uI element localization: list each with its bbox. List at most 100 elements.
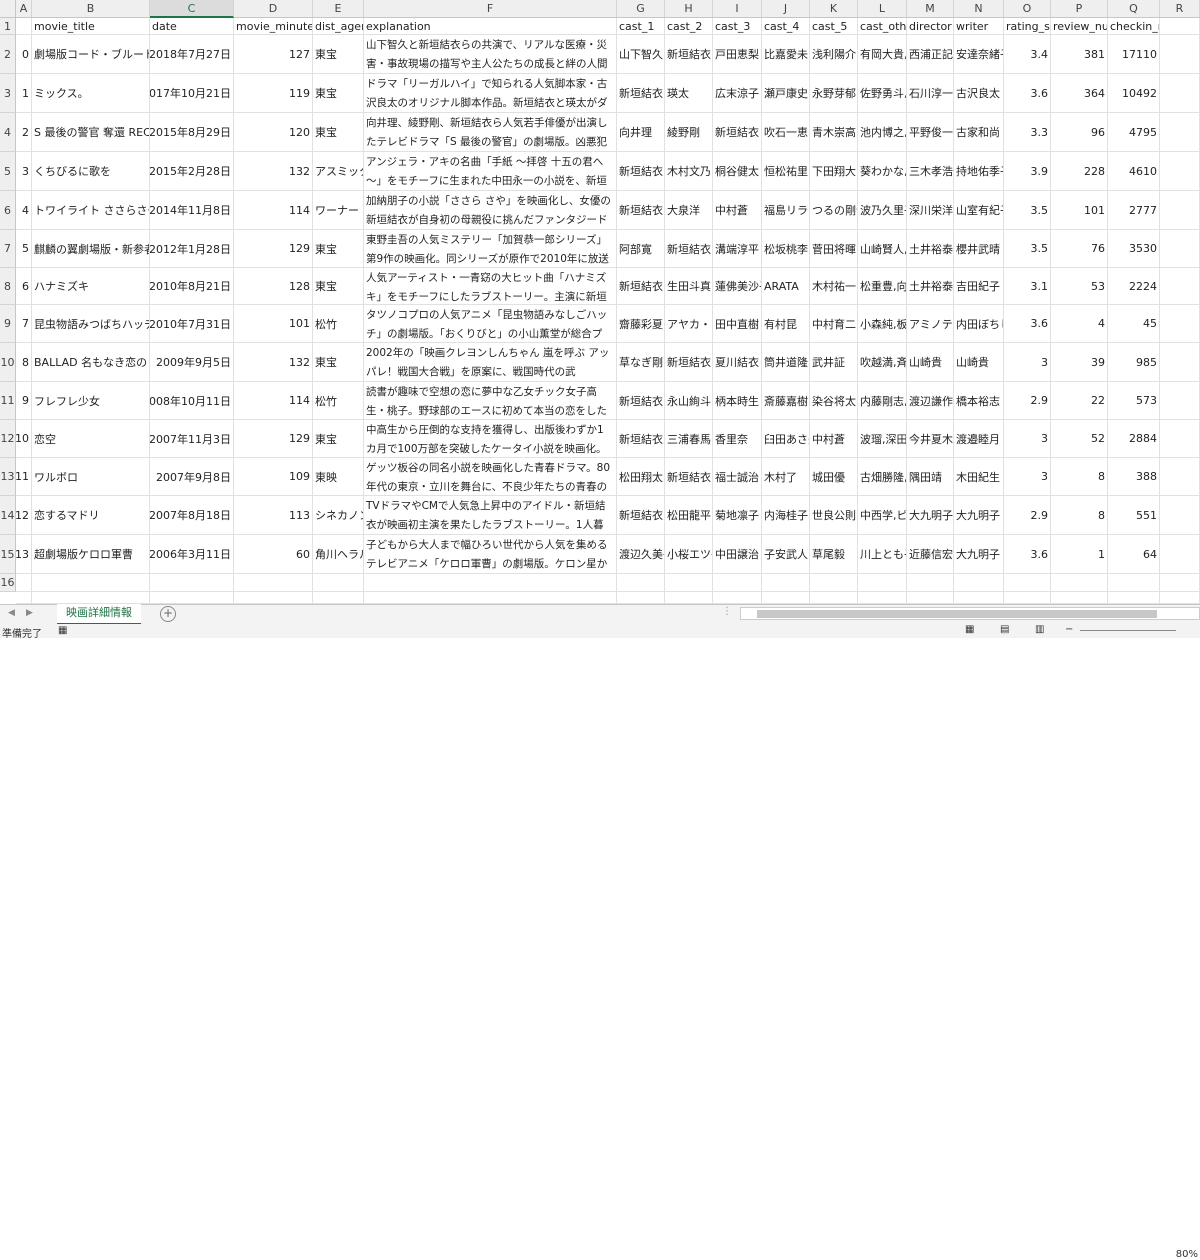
table-cell[interactable]: 深川栄洋 xyxy=(907,191,954,230)
empty-cell[interactable] xyxy=(150,574,234,592)
table-cell[interactable]: 8 xyxy=(16,343,32,382)
empty-cell[interactable] xyxy=(1160,35,1200,74)
table-cell[interactable]: 山崎貴 xyxy=(954,343,1004,382)
header-cell[interactable]: rating_star xyxy=(1004,18,1051,35)
table-cell[interactable]: 128 xyxy=(234,268,313,305)
table-cell[interactable]: 39 xyxy=(1051,343,1108,382)
table-cell[interactable]: 草なぎ剛 xyxy=(617,343,665,382)
header-cell[interactable] xyxy=(1160,18,1200,35)
table-cell[interactable]: アミノテツ xyxy=(907,305,954,343)
explanation-cell[interactable]: TVドラマやCMで人気急上昇中のアイドル・新垣結衣が映画初主演を果たしたラブスト… xyxy=(364,496,617,535)
table-cell[interactable]: 53 xyxy=(1051,268,1108,305)
table-cell[interactable]: 松田翔太 xyxy=(617,458,665,496)
empty-cell[interactable] xyxy=(1160,592,1200,604)
empty-cell[interactable] xyxy=(954,574,1004,592)
table-cell[interactable]: 波乃久里子 xyxy=(858,191,907,230)
empty-cell[interactable] xyxy=(16,592,32,604)
table-cell[interactable]: 武井証 xyxy=(810,343,858,382)
row-header-14[interactable]: 14 xyxy=(0,496,16,535)
column-header-r[interactable]: R xyxy=(1160,0,1200,18)
table-cell[interactable]: 恒松祐里 xyxy=(762,152,810,191)
column-header-m[interactable]: M xyxy=(907,0,954,18)
table-cell[interactable]: 2006年3月11日 xyxy=(150,535,234,574)
table-cell[interactable]: 綾野剛 xyxy=(665,113,713,152)
table-cell[interactable]: 3 xyxy=(1004,458,1051,496)
column-header-d[interactable]: D xyxy=(234,0,313,18)
table-cell[interactable]: ARATA xyxy=(762,268,810,305)
explanation-cell[interactable]: タツノコプロの人気アニメ「昆虫物語みなしごハッチ」の劇場版。「おくりびと」の小山… xyxy=(364,305,617,343)
row-header-7[interactable]: 7 xyxy=(0,230,16,268)
table-cell[interactable]: 渡辺久美子 xyxy=(617,535,665,574)
table-cell[interactable]: 三木孝浩 xyxy=(907,152,954,191)
explanation-cell[interactable]: 加納朋子の小説「ささら さや」を映画化し、女優の新垣結衣が自身初の母親役に挑んだ… xyxy=(364,191,617,230)
table-cell[interactable]: 西浦正記 xyxy=(907,35,954,74)
table-cell[interactable]: 8 xyxy=(1051,496,1108,535)
table-cell[interactable]: 東宝 xyxy=(313,343,364,382)
empty-cell[interactable] xyxy=(1051,574,1108,592)
table-cell[interactable]: 世良公則 xyxy=(810,496,858,535)
column-header-e[interactable]: E xyxy=(313,0,364,18)
table-cell[interactable]: 2018年7月27日 xyxy=(150,35,234,74)
explanation-cell[interactable]: 向井理、綾野剛、新垣結衣ら人気若手俳優が出演したテレビドラマ「S 最後の警官」の… xyxy=(364,113,617,152)
table-cell[interactable]: 114 xyxy=(234,191,313,230)
table-cell[interactable]: 573 xyxy=(1108,382,1160,420)
table-cell[interactable]: 2884 xyxy=(1108,420,1160,458)
table-cell[interactable]: 985 xyxy=(1108,343,1160,382)
empty-cell[interactable] xyxy=(16,574,32,592)
header-cell[interactable]: explanation xyxy=(364,18,617,35)
table-cell[interactable]: 田中直樹 xyxy=(713,305,762,343)
table-cell[interactable]: 114 xyxy=(234,382,313,420)
table-cell[interactable]: 10492 xyxy=(1108,74,1160,113)
table-cell[interactable]: 3.6 xyxy=(1004,305,1051,343)
table-cell[interactable]: 松竹 xyxy=(313,382,364,420)
row-header-2[interactable]: 2 xyxy=(0,35,16,74)
empty-cell[interactable] xyxy=(907,574,954,592)
table-cell[interactable]: 2017年10月21日 xyxy=(150,74,234,113)
header-cell[interactable]: date xyxy=(150,18,234,35)
tab-scroll-right-icon[interactable]: ▶ xyxy=(26,608,33,618)
table-cell[interactable]: 東映 xyxy=(313,458,364,496)
table-cell[interactable]: 3 xyxy=(16,152,32,191)
table-cell[interactable]: 松田龍平 xyxy=(665,496,713,535)
add-sheet-icon[interactable]: + xyxy=(160,606,176,622)
empty-cell[interactable] xyxy=(858,574,907,592)
table-cell[interactable]: 石川淳一 xyxy=(907,74,954,113)
table-cell[interactable]: 22 xyxy=(1051,382,1108,420)
empty-cell[interactable] xyxy=(32,574,150,592)
table-cell[interactable]: 持地佑季子 xyxy=(954,152,1004,191)
table-cell[interactable]: 中村蒼 xyxy=(713,191,762,230)
table-cell[interactable]: 3.5 xyxy=(1004,230,1051,268)
table-cell[interactable]: 向井理 xyxy=(617,113,665,152)
table-cell[interactable]: 132 xyxy=(234,152,313,191)
table-cell[interactable]: 今井夏木 xyxy=(907,420,954,458)
column-header-b[interactable]: B xyxy=(32,0,150,18)
table-cell[interactable]: 木村祐一 xyxy=(810,268,858,305)
explanation-cell[interactable]: 人気アーティスト・一青窈の大ヒット曲「ハナミズキ」をモチーフにしたラブストーリー… xyxy=(364,268,617,305)
empty-cell[interactable] xyxy=(1160,230,1200,268)
empty-cell[interactable] xyxy=(1160,191,1200,230)
empty-cell[interactable] xyxy=(810,574,858,592)
table-cell[interactable]: 4795 xyxy=(1108,113,1160,152)
header-cell[interactable]: director xyxy=(907,18,954,35)
table-cell[interactable]: 129 xyxy=(234,420,313,458)
header-cell[interactable]: cast_5 xyxy=(810,18,858,35)
table-cell[interactable]: 7 xyxy=(16,305,32,343)
table-cell[interactable]: 17110 xyxy=(1108,35,1160,74)
table-cell[interactable]: 古沢良太 xyxy=(954,74,1004,113)
table-cell[interactable]: 柄本時生 xyxy=(713,382,762,420)
empty-cell[interactable] xyxy=(1160,74,1200,113)
table-cell[interactable]: 64 xyxy=(1108,535,1160,574)
table-cell[interactable]: 2015年2月28日 xyxy=(150,152,234,191)
table-cell[interactable]: 6 xyxy=(16,268,32,305)
table-cell[interactable]: 12 xyxy=(16,496,32,535)
empty-cell[interactable] xyxy=(1160,535,1200,574)
table-cell[interactable]: 3.5 xyxy=(1004,191,1051,230)
empty-cell[interactable] xyxy=(1160,305,1200,343)
empty-cell[interactable] xyxy=(1004,592,1051,604)
row-header-3[interactable]: 3 xyxy=(0,74,16,113)
table-cell[interactable]: 夏川結衣 xyxy=(713,343,762,382)
table-cell[interactable]: 2008年10月11日 xyxy=(150,382,234,420)
row-header-16[interactable]: 16 xyxy=(0,574,16,592)
empty-cell[interactable] xyxy=(907,592,954,604)
header-cell[interactable] xyxy=(16,18,32,35)
